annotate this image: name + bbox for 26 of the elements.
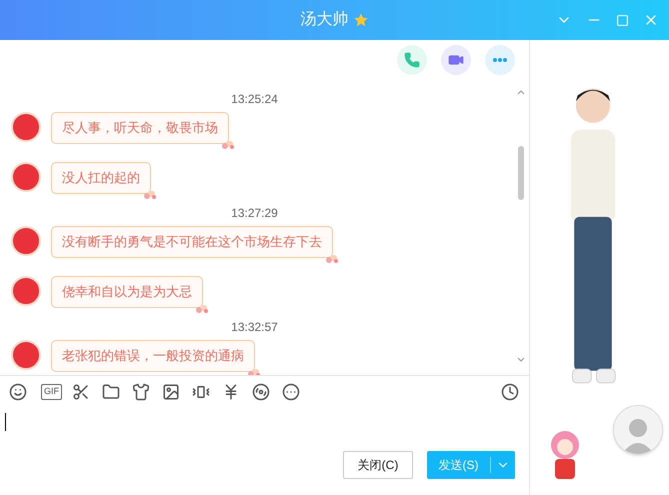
avatar[interactable] — [11, 162, 41, 192]
more-button[interactable] — [485, 45, 515, 75]
flower-icon — [195, 302, 209, 314]
avatar[interactable] — [11, 340, 41, 370]
avatar[interactable] — [11, 112, 41, 142]
star-badge-icon — [352, 12, 368, 28]
flower-icon — [325, 252, 339, 264]
flower-icon — [221, 138, 235, 150]
message-bubble: 老张犯的错误，一般投资的通病 — [51, 340, 255, 372]
gif-button[interactable]: GIF — [41, 384, 62, 400]
window-title: 汤大帅 — [300, 10, 348, 30]
flower-icon — [143, 188, 157, 200]
phone-icon — [404, 52, 420, 68]
message-bubble: 侥幸和自以为是为大忌 — [51, 276, 203, 308]
close-button[interactable]: 关闭(C) — [343, 451, 413, 479]
ellipsis-icon — [493, 58, 507, 62]
timestamp: 13:25:24 — [231, 92, 278, 106]
message-bubble: 没人扛的起的 — [51, 162, 151, 194]
timestamp: 13:27:29 — [231, 206, 278, 220]
message-bubble: 没有断手的勇气是不可能在这个市场生存下去 — [51, 226, 333, 258]
avatar[interactable] — [11, 276, 41, 306]
video-call-button[interactable] — [441, 45, 471, 75]
message-bubble: 尽人事，听天命，敬畏市场 — [51, 112, 229, 144]
flower-icon — [247, 366, 261, 375]
timestamp: 13:32:57 — [231, 320, 278, 334]
avatar[interactable] — [11, 226, 41, 256]
